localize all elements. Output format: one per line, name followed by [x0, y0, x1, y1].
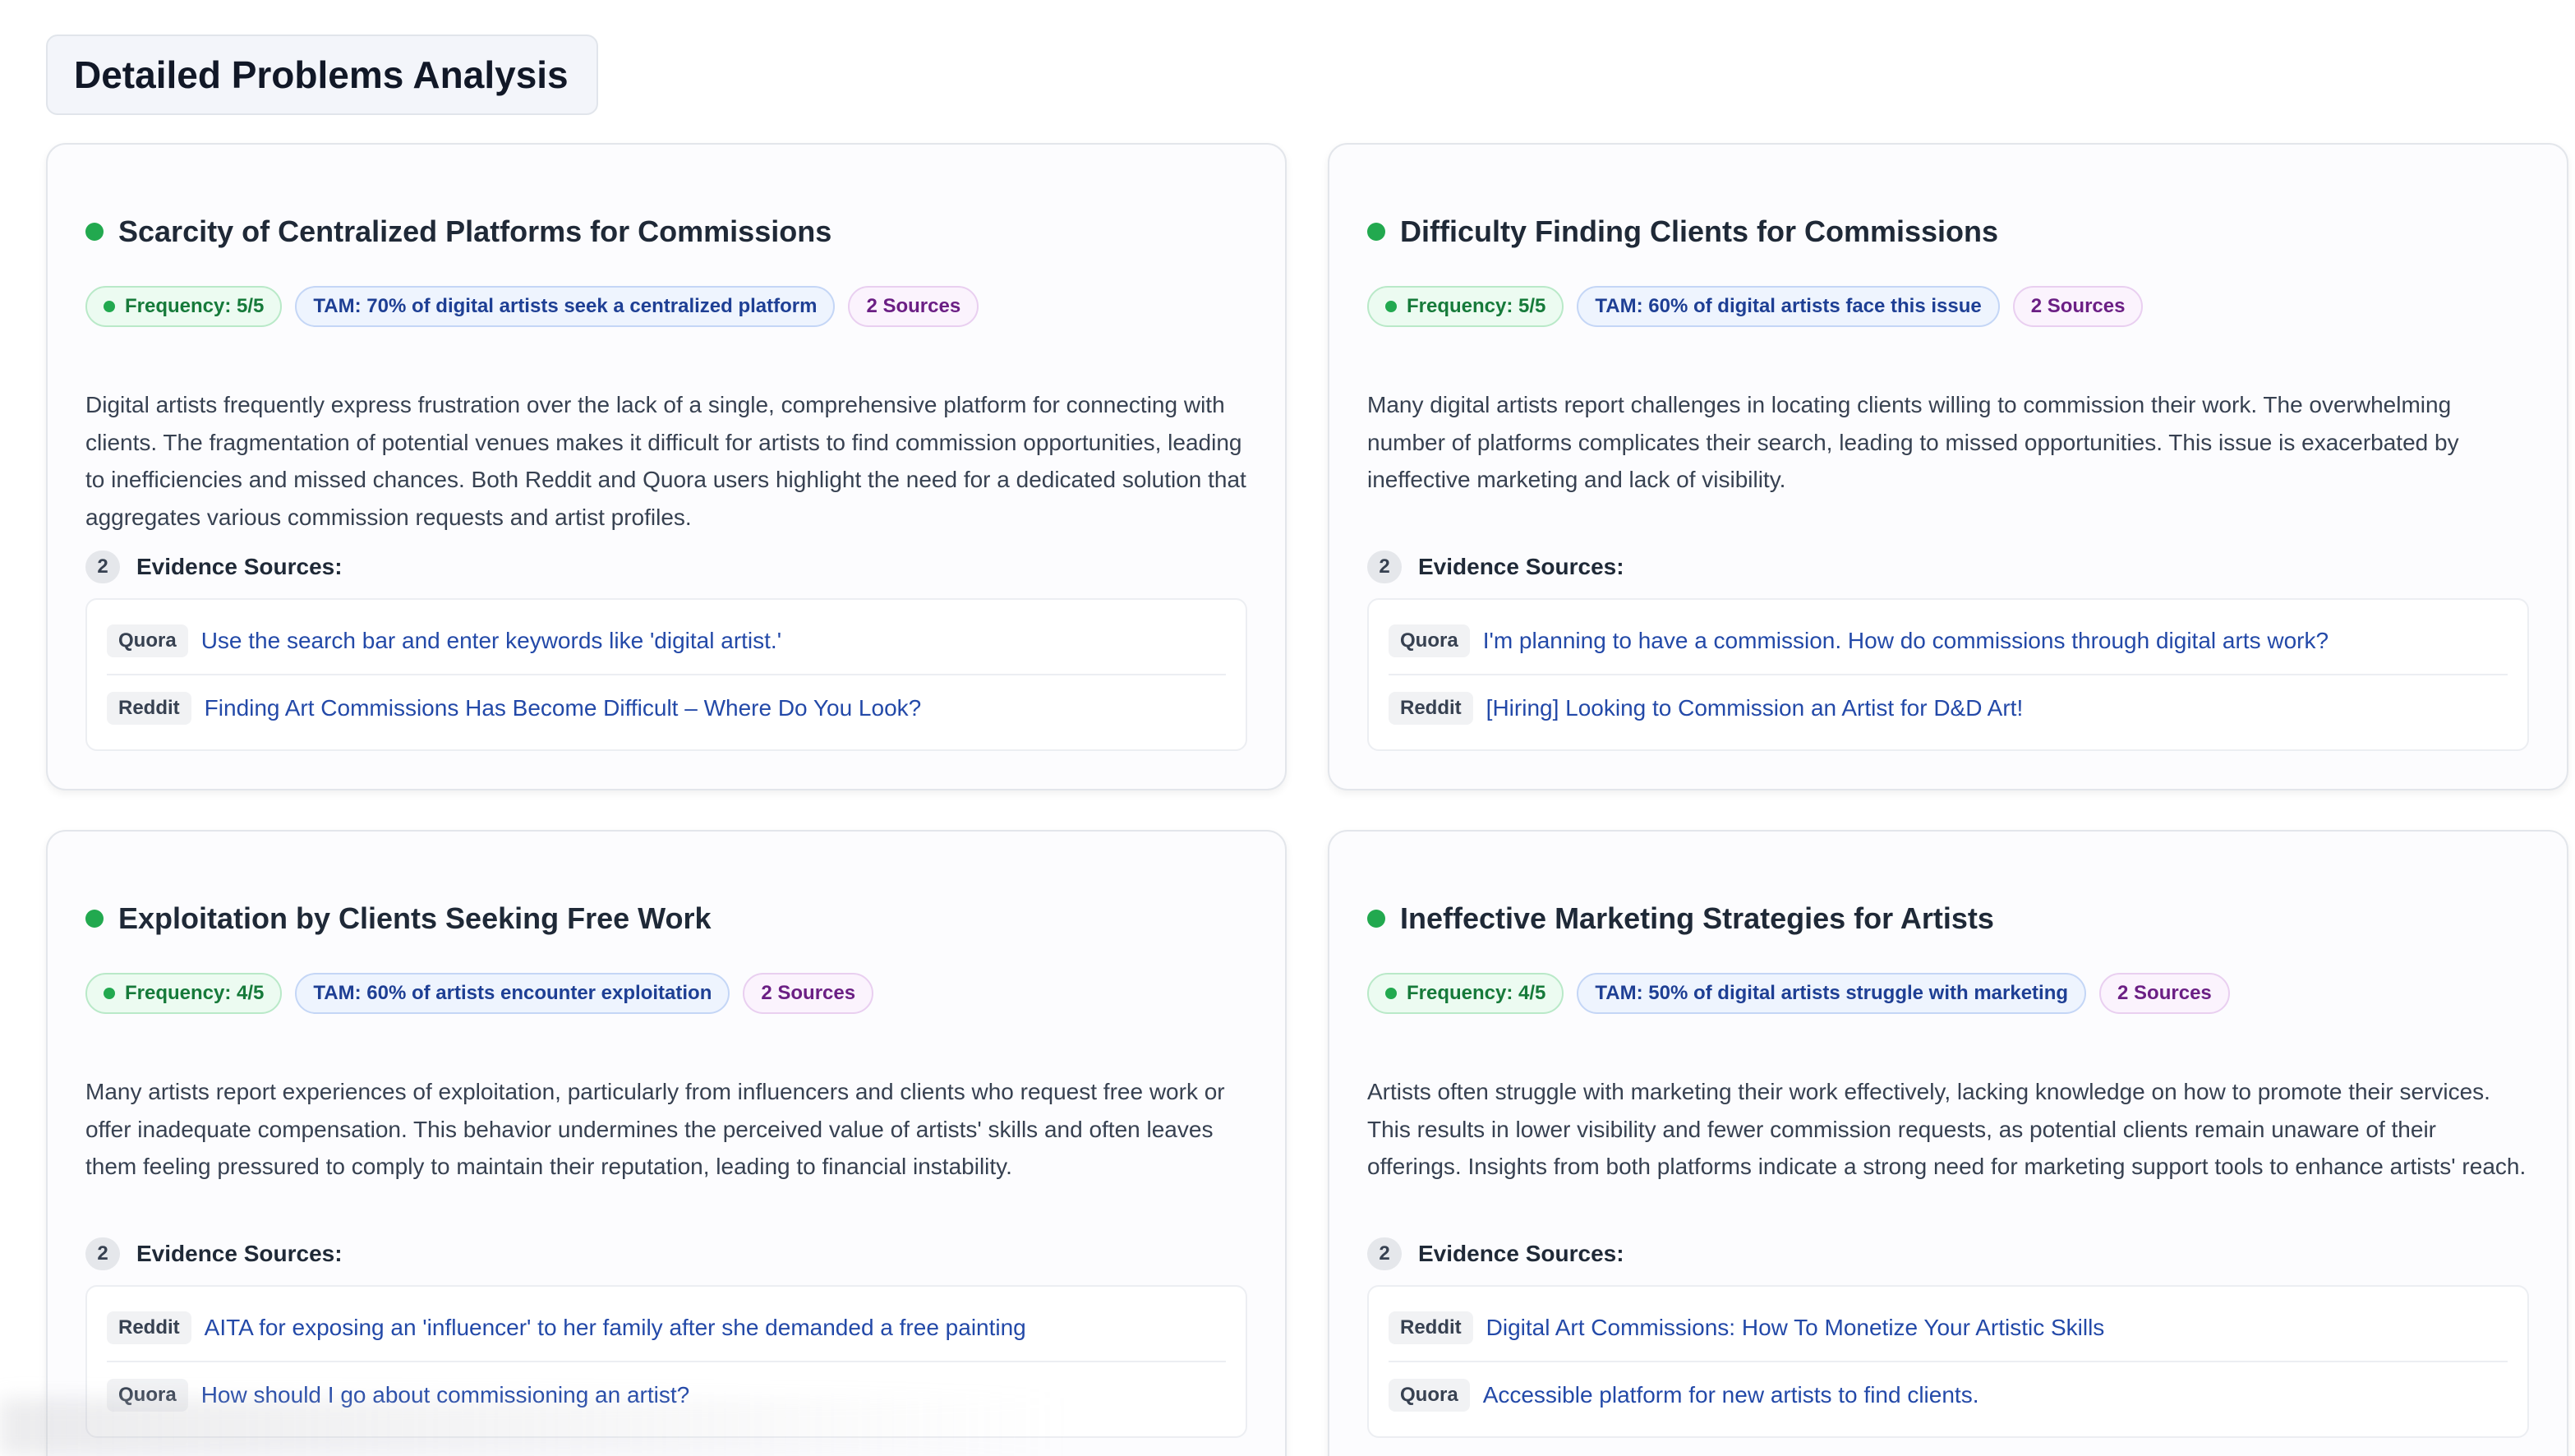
- card-header: Ineffective Marketing Strategies for Art…: [1367, 901, 2529, 937]
- problem-description: Many artists report experiences of explo…: [85, 1079, 1225, 1179]
- evidence-source-item: Reddit [Hiring] Looking to Commission an…: [1389, 674, 2508, 741]
- tam-badge: TAM: 60% of digital artists face this is…: [1577, 286, 2000, 327]
- evidence-header: 2 Evidence Sources:: [1367, 551, 2529, 583]
- frequency-dot-icon: [1385, 988, 1397, 999]
- evidence-source-item: Quora Use the search bar and enter keywo…: [107, 608, 1226, 674]
- sources-count-badge: 2 Sources: [848, 286, 979, 327]
- platform-tag: Reddit: [107, 692, 191, 725]
- frequency-badge: Frequency: 4/5: [1367, 973, 1564, 1014]
- frequency-badge: Frequency: 5/5: [1367, 286, 1564, 327]
- card-badges: Frequency: 4/5 TAM: 50% of digital artis…: [1367, 971, 2529, 1016]
- source-link[interactable]: Digital Art Commissions: How To Monetize…: [1486, 1315, 2105, 1341]
- evidence-count-badge: 2: [1367, 551, 1402, 583]
- evidence-label: Evidence Sources:: [1418, 1241, 1624, 1266]
- card-title: Exploitation by Clients Seeking Free Wor…: [118, 901, 712, 935]
- status-dot-icon: [85, 910, 104, 928]
- page-title: Detailed Problems Analysis: [74, 53, 569, 96]
- evidence-source-list: Quora I'm planning to have a commission.…: [1367, 598, 2529, 751]
- problem-description: Digital artists frequently express frust…: [85, 392, 1246, 530]
- frequency-dot-icon: [104, 301, 115, 312]
- card-badges: Frequency: 4/5 TAM: 60% of artists encou…: [85, 971, 1247, 1016]
- evidence-header: 2 Evidence Sources:: [85, 1237, 1247, 1270]
- frequency-badge-label: Frequency: 5/5: [1407, 295, 1546, 317]
- source-link[interactable]: Use the search bar and enter keywords li…: [201, 628, 781, 654]
- problems-analysis-page: Detailed Problems Analysis Scarcity of C…: [0, 0, 2575, 1456]
- card-title: Ineffective Marketing Strategies for Art…: [1400, 901, 1994, 935]
- status-dot-icon: [85, 223, 104, 241]
- status-dot-icon: [1367, 223, 1385, 241]
- evidence-label: Evidence Sources:: [136, 1241, 343, 1266]
- card-title: Difficulty Finding Clients for Commissio…: [1400, 214, 1999, 248]
- evidence-source-item: Reddit AITA for exposing an 'influencer'…: [107, 1295, 1226, 1361]
- evidence-source-list: Reddit AITA for exposing an 'influencer'…: [85, 1285, 1247, 1438]
- source-link[interactable]: Accessible platform for new artists to f…: [1483, 1382, 1979, 1408]
- problem-card: Exploitation by Clients Seeking Free Wor…: [46, 830, 1287, 1456]
- evidence-count-badge: 2: [1367, 1237, 1402, 1270]
- evidence-label: Evidence Sources:: [136, 554, 343, 579]
- frequency-badge: Frequency: 4/5: [85, 973, 283, 1014]
- frequency-badge-label: Frequency: 4/5: [1407, 982, 1546, 1004]
- tam-badge: TAM: 60% of artists encounter exploitati…: [295, 973, 730, 1014]
- frequency-badge-label: Frequency: 4/5: [125, 982, 265, 1004]
- sources-count-badge: 2 Sources: [2099, 973, 2230, 1014]
- frequency-dot-icon: [1385, 301, 1397, 312]
- evidence-source-item: Quora I'm planning to have a commission.…: [1389, 608, 2508, 674]
- card-badges: Frequency: 5/5 TAM: 70% of digital artis…: [85, 284, 1247, 329]
- problem-cards-grid: Scarcity of Centralized Platforms for Co…: [46, 143, 2575, 1456]
- tam-badge: TAM: 70% of digital artists seek a centr…: [295, 286, 836, 327]
- evidence-source-item: Reddit Finding Art Commissions Has Becom…: [107, 674, 1226, 741]
- evidence-source-list: Reddit Digital Art Commissions: How To M…: [1367, 1285, 2529, 1438]
- evidence-source-item: Reddit Digital Art Commissions: How To M…: [1389, 1295, 2508, 1361]
- card-header: Exploitation by Clients Seeking Free Wor…: [85, 901, 1247, 937]
- frequency-badge-label: Frequency: 5/5: [125, 295, 265, 317]
- problem-card: Ineffective Marketing Strategies for Art…: [1328, 830, 2568, 1456]
- problem-card: Scarcity of Centralized Platforms for Co…: [46, 143, 1287, 790]
- sources-count-badge: 2 Sources: [2012, 286, 2144, 327]
- source-link[interactable]: How should I go about commissioning an a…: [201, 1382, 690, 1408]
- evidence-label: Evidence Sources:: [1418, 554, 1624, 579]
- frequency-dot-icon: [104, 988, 115, 999]
- problem-card: Difficulty Finding Clients for Commissio…: [1328, 143, 2568, 790]
- problem-description: Artists often struggle with marketing th…: [1367, 1079, 2527, 1179]
- platform-tag: Quora: [1389, 624, 1470, 657]
- card-header: Difficulty Finding Clients for Commissio…: [1367, 214, 2529, 250]
- tam-badge: TAM: 50% of digital artists struggle wit…: [1577, 973, 2087, 1014]
- platform-tag: Quora: [107, 624, 188, 657]
- platform-tag: Reddit: [1389, 1311, 1473, 1344]
- sources-count-badge: 2 Sources: [743, 973, 874, 1014]
- evidence-header: 2 Evidence Sources:: [85, 551, 1247, 583]
- evidence-header: 2 Evidence Sources:: [1367, 1237, 2529, 1270]
- evidence-source-list: Quora Use the search bar and enter keywo…: [85, 598, 1247, 751]
- source-link[interactable]: [Hiring] Looking to Commission an Artist…: [1486, 695, 2024, 721]
- problem-description: Many digital artists report challenges i…: [1367, 392, 2459, 492]
- source-link[interactable]: Finding Art Commissions Has Become Diffi…: [205, 695, 922, 721]
- evidence-count-badge: 2: [85, 551, 120, 583]
- platform-tag: Reddit: [1389, 692, 1473, 725]
- card-header: Scarcity of Centralized Platforms for Co…: [85, 214, 1247, 250]
- platform-tag: Quora: [107, 1379, 188, 1412]
- frequency-badge: Frequency: 5/5: [85, 286, 283, 327]
- source-link[interactable]: I'm planning to have a commission. How d…: [1483, 628, 2329, 654]
- card-badges: Frequency: 5/5 TAM: 60% of digital artis…: [1367, 284, 2529, 329]
- evidence-source-item: Quora How should I go about commissionin…: [107, 1361, 1226, 1428]
- platform-tag: Reddit: [107, 1311, 191, 1344]
- evidence-source-item: Quora Accessible platform for new artist…: [1389, 1361, 2508, 1428]
- page-title-box: Detailed Problems Analysis: [46, 35, 598, 115]
- evidence-count-badge: 2: [85, 1237, 120, 1270]
- card-title: Scarcity of Centralized Platforms for Co…: [118, 214, 832, 248]
- status-dot-icon: [1367, 910, 1385, 928]
- source-link[interactable]: AITA for exposing an 'influencer' to her…: [205, 1315, 1026, 1341]
- platform-tag: Quora: [1389, 1379, 1470, 1412]
